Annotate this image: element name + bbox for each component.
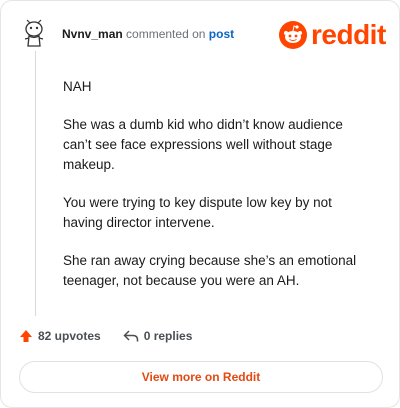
reply-count: 0 replies xyxy=(143,329,193,343)
reply-button[interactable]: 0 replies xyxy=(123,329,193,343)
comment-header: Nvnv_man commented on post reddit xyxy=(1,1,399,61)
upvote-arrow-icon xyxy=(20,330,32,342)
reddit-wordmark: reddit xyxy=(311,19,386,50)
thread-line xyxy=(35,51,36,316)
avatar[interactable] xyxy=(21,19,47,49)
comment-paragraph: She ran away crying because she’s an emo… xyxy=(63,253,357,288)
comment-paragraph: You were trying to key dispute low key b… xyxy=(63,195,332,230)
view-more-button[interactable]: View more on Reddit xyxy=(19,361,383,393)
author-name[interactable]: Nvnv_man xyxy=(62,27,123,41)
author-line: Nvnv_man commented on post xyxy=(62,27,234,41)
comment-card: Nvnv_man commented on post reddit NAH Sh… xyxy=(0,0,400,408)
comment-paragraph: NAH xyxy=(63,79,92,94)
comment-actions: 82 upvotes 0 replies xyxy=(19,327,214,345)
reply-arrow-icon xyxy=(123,330,138,342)
reddit-snoo-icon xyxy=(279,21,307,49)
post-link[interactable]: post xyxy=(209,27,234,41)
comment-body: NAH She was a dumb kid who didn’t know a… xyxy=(63,77,375,309)
commented-on-text: commented on xyxy=(126,27,206,41)
reddit-logo[interactable]: reddit xyxy=(279,21,386,49)
upvote-button[interactable]: 82 upvotes xyxy=(19,329,101,343)
comment-paragraph: She was a dumb kid who didn’t know audie… xyxy=(63,117,343,172)
upvote-count: 82 upvotes xyxy=(38,329,101,343)
